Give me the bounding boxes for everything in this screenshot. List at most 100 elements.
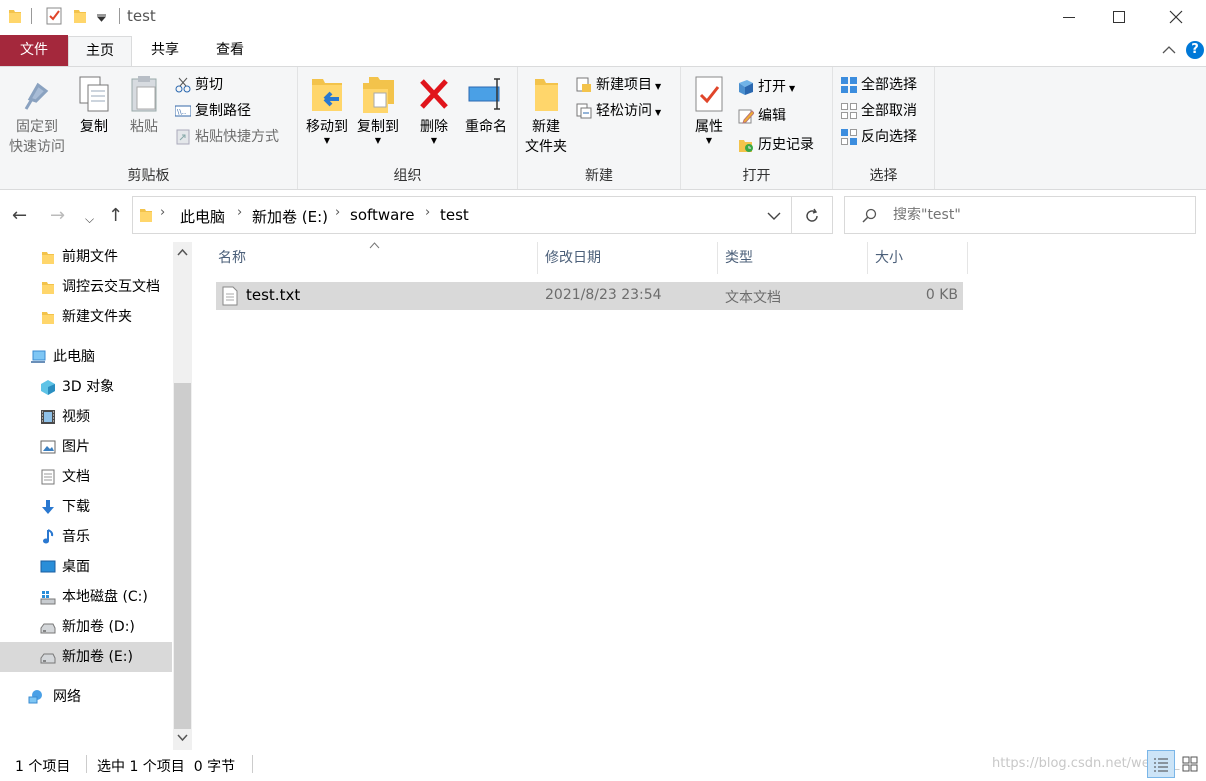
column-header-name[interactable]: 名称 [210,248,537,278]
invert-selection-button[interactable]: 反向选择 [841,126,917,148]
rename-icon [468,78,500,110]
close-button[interactable] [1152,2,1198,32]
move-to-icon [312,79,342,111]
cut-button[interactable]: 剪切 [175,74,223,96]
nav-item-drive-c[interactable]: 本地磁盘 (C:) [0,582,172,612]
scroll-up-icon[interactable] [177,248,188,256]
maximize-button[interactable] [1096,2,1142,32]
search-input[interactable] [893,205,1183,225]
tab-share[interactable]: 共享 [134,36,196,66]
properties-button[interactable]: 属性 ▼ [687,75,731,159]
customize-quick-access-icon[interactable] [97,14,106,22]
navigation-pane: 前期文件 调控云交互文档 新建文件夹 此电脑 3D 对象 视频 图片 文档 下载… [0,242,192,750]
history-button[interactable]: 历史记录 [738,134,814,156]
nav-item-folder[interactable]: 前期文件 [0,242,172,272]
desktop-icon [40,560,56,573]
address-bar[interactable]: › 此电脑 › 新加卷 (E:) › software › test [132,196,792,234]
nav-item-3d-objects[interactable]: 3D 对象 [0,372,172,402]
pin-quick-access-button[interactable]: 固定到 快速访问 [4,75,70,159]
easy-access-button[interactable]: 轻松访问 ▼ [576,100,661,122]
rename-button[interactable]: 重命名 [458,75,514,145]
copy-button[interactable]: 复制 [72,75,116,145]
move-to-button[interactable]: 移动到 ▼ [302,75,352,155]
column-header-type[interactable]: 类型 [717,248,867,278]
breadcrumb-this-pc[interactable]: 此电脑 [180,206,225,227]
recent-locations-button[interactable]: ⌵ [85,209,94,229]
collapse-ribbon-icon[interactable] [1162,45,1176,55]
copy-path-button[interactable]: \\.. 复制路径 [175,100,251,122]
selection-info: 选中 1 个项目 0 字节 [97,759,236,775]
refresh-button[interactable] [792,196,833,234]
drive-icon [40,623,56,634]
breadcrumb-software[interactable]: software [350,206,414,224]
column-divider[interactable] [967,242,968,274]
computer-icon [31,350,46,363]
table-row[interactable]: test.txt 2021/8/23 23:54 文本文档 0 KB [216,282,963,310]
arrow-left-icon: ← [12,205,28,226]
easy-access-icon [576,103,592,119]
address-dropdown-icon[interactable] [767,211,781,221]
copy-icon [79,76,109,112]
copy-to-button[interactable]: 复制到 ▼ [353,75,403,155]
forward-button[interactable]: → [50,206,65,226]
nav-item-music[interactable]: 音乐 [0,522,172,552]
scrollbar-thumb[interactable] [174,383,191,729]
search-icon [862,208,877,223]
details-view-button[interactable] [1147,750,1175,778]
folder-icon [42,282,54,294]
paste-button[interactable]: 粘贴 [122,75,166,145]
search-box[interactable] [844,196,1196,234]
separator [31,8,32,24]
select-none-icon [841,103,857,119]
group-open: 属性 ▼ 打开 ▼ 编辑 历史记录 打开 [681,67,833,189]
new-folder-icon[interactable] [73,8,87,24]
paste-shortcut-button[interactable]: 粘贴快捷方式 [175,126,279,148]
separator [119,8,120,24]
back-button[interactable]: ← [12,206,27,226]
properties-icon[interactable] [46,7,62,25]
copy-label: 复制 [80,119,108,135]
delete-button[interactable]: 删除 ▼ [412,75,456,155]
breadcrumb-test[interactable]: test [440,206,469,224]
tab-view[interactable]: 查看 [198,36,262,66]
status-bar: 1 个项目 选中 1 个项目 0 字节 https://blog.csdn.ne… [0,750,1206,781]
new-folder-label-1: 新建 [532,119,560,135]
group-new: 新建 文件夹 新建项目 ▼ 轻松访问 ▼ 新建 [518,67,681,189]
help-icon[interactable]: ? [1186,41,1204,59]
nav-item-videos[interactable]: 视频 [0,402,172,432]
select-all-icon [841,77,857,93]
column-header-modified[interactable]: 修改日期 [537,248,717,278]
pin-icon [24,82,49,110]
nav-item-drive-d[interactable]: 新加卷 (D:) [0,612,172,642]
nav-item-downloads[interactable]: 下载 [0,492,172,522]
column-header-size[interactable]: 大小 [867,248,967,278]
copy-to-icon [363,77,394,113]
nav-item-pictures[interactable]: 图片 [0,432,172,462]
new-item-button[interactable]: 新建项目 ▼ [576,74,661,96]
tab-home[interactable]: 主页 [68,36,132,69]
nav-item-folder[interactable]: 调控云交互文档 [0,272,172,302]
new-folder-button[interactable]: 新建 文件夹 [522,75,570,165]
large-icons-view-button[interactable] [1178,750,1204,778]
nav-item-network[interactable]: 网络 [0,682,172,712]
scroll-down-icon[interactable] [177,734,188,742]
tab-file[interactable]: 文件 [0,35,68,66]
breadcrumb-drive-e[interactable]: 新加卷 (E:) [252,206,328,227]
nav-item-drive-e[interactable]: 新加卷 (E:) [0,642,172,672]
up-button[interactable]: ↑ [108,206,123,226]
title-bar: test [0,0,1206,34]
select-all-button[interactable]: 全部选择 [841,74,917,96]
edit-button[interactable]: 编辑 [738,105,786,127]
nav-item-documents[interactable]: 文档 [0,462,172,492]
minimize-button[interactable] [1046,2,1092,32]
group-organize: 移动到 ▼ 复制到 ▼ 删除 ▼ 重命名 组织 [298,67,518,189]
folder-icon [42,252,54,264]
nav-item-desktop[interactable]: 桌面 [0,552,172,582]
select-none-button[interactable]: 全部取消 [841,100,917,122]
nav-item-this-pc[interactable]: 此电脑 [0,342,172,372]
paste-label: 粘贴 [130,119,158,135]
folder-icon[interactable] [8,8,22,24]
nav-item-folder[interactable]: 新建文件夹 [0,302,172,332]
open-button[interactable]: 打开 ▼ [738,76,795,98]
film-icon [41,410,55,424]
